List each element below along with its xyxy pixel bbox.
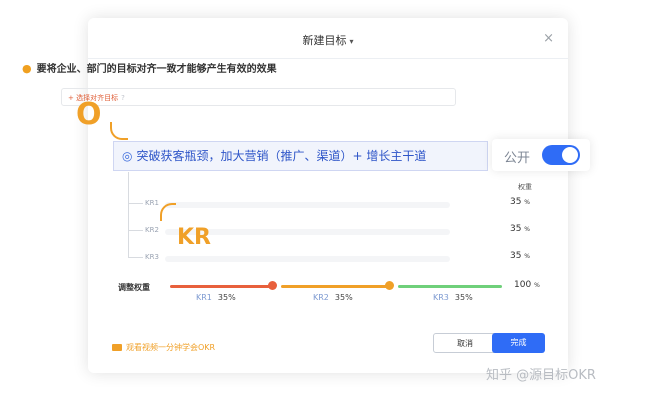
kr-annotation: KR xyxy=(177,225,211,250)
dialog-title[interactable]: 新建目标 ▾ xyxy=(88,32,568,48)
kr2-weight-label: KR2 35% xyxy=(313,293,353,302)
kr-weight: 35 % xyxy=(510,197,530,207)
kr-weight-value: 35 xyxy=(509,251,522,261)
total-weight: 100 % xyxy=(514,280,540,290)
alignment-hint: ● 要将企业、部门的目标对齐一致才能够产生有效的效果 xyxy=(22,60,277,75)
total-weight-unit: % xyxy=(534,282,540,289)
target-icon: ◎ xyxy=(122,149,133,163)
video-tutorial-link[interactable]: 观看视频一分钟学会OKR xyxy=(112,342,215,353)
chevron-down-icon: ▾ xyxy=(349,37,354,46)
kr-row[interactable]: KR1 35 % xyxy=(145,197,530,211)
objective-text: 突破获客瓶颈，加大营销（推广、渠道）+ 增长主干道 xyxy=(136,149,427,163)
weight-column-header: 权重 xyxy=(518,183,532,191)
segment-pct: 35% xyxy=(334,293,353,302)
kr-row[interactable]: KR3 35 % xyxy=(145,251,530,265)
public-label: 公开 xyxy=(504,151,531,166)
dialog-title-text: 新建目标 xyxy=(302,34,347,47)
dialog-header: 新建目标 ▾ × xyxy=(88,18,568,59)
segment-name: KR2 xyxy=(313,293,329,302)
kr-weight: 35 % xyxy=(510,251,530,261)
select-align-target-input[interactable]: + 选择对齐目标? xyxy=(61,88,456,106)
kr-input-bar[interactable] xyxy=(165,256,450,262)
done-button[interactable]: 完成 xyxy=(492,333,545,353)
kr-weight-value: 35 xyxy=(509,224,522,234)
cancel-button[interactable]: 取消 xyxy=(433,333,497,353)
kr1-weight-segment xyxy=(170,285,270,288)
kr-branch xyxy=(129,230,143,231)
kr-arrow-icon xyxy=(160,203,176,221)
kr1-weight-label: KR1 35% xyxy=(196,293,236,302)
help-icon[interactable]: ? xyxy=(121,94,125,102)
kr-branch xyxy=(129,203,143,204)
watermark: 知乎 @源目标OKR xyxy=(486,368,596,383)
video-camera-icon xyxy=(112,344,122,351)
kr2-weight-handle[interactable] xyxy=(385,281,394,290)
kr3-weight-label: KR3 35% xyxy=(433,293,473,302)
kr-branch xyxy=(129,257,143,258)
kr-weight-unit: % xyxy=(524,199,530,206)
objective-annotation: O xyxy=(76,97,102,132)
alignment-hint-text: 要将企业、部门的目标对齐一致才能够产生有效的效果 xyxy=(36,64,277,75)
kr-tree-line xyxy=(128,172,129,258)
kr-label: KR2 xyxy=(145,226,159,234)
kr-weight: 35 % xyxy=(510,224,530,234)
kr3-weight-segment xyxy=(398,285,502,288)
kr-weight-value: 35 xyxy=(509,197,522,207)
segment-name: KR3 xyxy=(433,293,449,302)
segment-pct: 35% xyxy=(217,293,236,302)
public-toggle[interactable] xyxy=(542,145,580,165)
kr-weight-unit: % xyxy=(524,226,530,233)
kr-weight-unit: % xyxy=(524,253,530,260)
objective-field[interactable]: ◎ 突破获客瓶颈，加大营销（推广、渠道）+ 增长主干道 xyxy=(113,141,488,171)
kr-label: KR1 xyxy=(145,199,159,207)
video-link-text: 观看视频一分钟学会OKR xyxy=(126,343,216,352)
kr-input-bar[interactable] xyxy=(165,202,450,208)
adjust-weight-label: 调整权重 xyxy=(118,283,150,292)
kr1-weight-handle[interactable] xyxy=(268,281,277,290)
kr-label: KR3 xyxy=(145,253,159,261)
toggle-knob xyxy=(562,147,578,163)
public-toggle-panel: 公开 xyxy=(492,139,590,171)
close-icon[interactable]: × xyxy=(543,31,554,46)
total-weight-value: 100 xyxy=(514,280,532,290)
segment-pct: 35% xyxy=(454,293,473,302)
location-pin-icon: ● xyxy=(22,62,32,75)
kr2-weight-segment xyxy=(281,285,387,288)
segment-name: KR1 xyxy=(196,293,212,302)
